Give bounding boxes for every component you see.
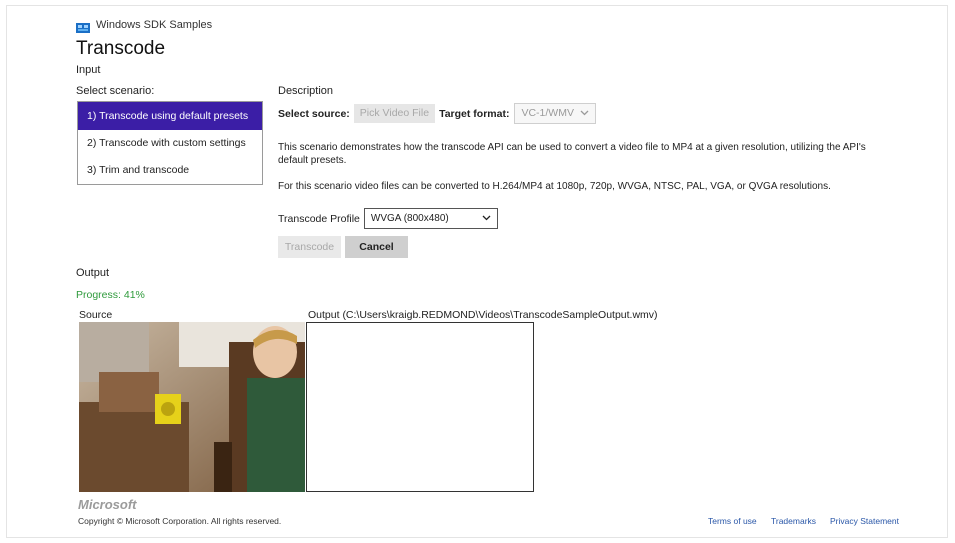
transcode-button[interactable]: Transcode <box>278 236 341 258</box>
scenario-list: 1) Transcode using default presets 2) Tr… <box>77 101 263 185</box>
pick-video-file-button[interactable]: Pick Video File <box>353 104 436 123</box>
source-label: Source <box>79 309 113 321</box>
transcode-profile-label: Transcode Profile <box>278 212 360 225</box>
select-scenario-label: Select scenario: <box>76 85 155 97</box>
progress-text: Progress: 41% <box>76 289 145 301</box>
description-heading: Description <box>278 85 334 97</box>
source-video-frame <box>79 322 305 492</box>
transcode-profile-value: WVGA (800x480) <box>370 213 449 224</box>
description-text-1: This scenario demonstrates how the trans… <box>278 142 866 166</box>
cancel-button[interactable]: Cancel <box>345 236 408 258</box>
scenario-item-trim-transcode[interactable]: 3) Trim and transcode <box>78 157 262 184</box>
chevron-down-icon <box>580 104 589 123</box>
chevron-down-icon <box>482 209 491 228</box>
windows-sdk-logo-icon <box>76 20 90 33</box>
output-video-player[interactable] <box>306 322 534 492</box>
terms-of-use-link[interactable]: Terms of use <box>708 516 757 526</box>
privacy-statement-link[interactable]: Privacy Statement <box>830 516 899 526</box>
copyright-text: Copyright © Microsoft Corporation. All r… <box>78 516 282 526</box>
target-format-select[interactable]: VC-1/WMV <box>514 103 596 124</box>
app-title: Windows SDK Samples <box>96 19 213 31</box>
target-format-label: Target format: <box>439 107 510 120</box>
scenario-item-custom-settings[interactable]: 2) Transcode with custom settings <box>78 130 262 157</box>
output-path-label: Output (C:\Users\kraigb.REDMOND\Videos\T… <box>308 309 658 321</box>
page-title: Transcode <box>76 38 166 59</box>
description-text-2: For this scenario video files can be con… <box>278 181 831 192</box>
microsoft-logo: Microsoft <box>78 497 137 512</box>
source-video-player[interactable] <box>79 322 305 492</box>
source-format-row: Select source: Pick Video File Target fo… <box>278 103 596 124</box>
scenario-item-default-presets[interactable]: 1) Transcode using default presets <box>78 102 262 130</box>
trademarks-link[interactable]: Trademarks <box>771 516 816 526</box>
transcode-profile-row: Transcode Profile WVGA (800x480) <box>278 208 498 229</box>
transcode-profile-select[interactable]: WVGA (800x480) <box>363 208 498 229</box>
select-source-label: Select source: <box>278 107 350 120</box>
target-format-value: VC-1/WMV <box>521 107 574 119</box>
input-section-label: Input <box>76 64 101 76</box>
output-section-label: Output <box>76 267 110 279</box>
